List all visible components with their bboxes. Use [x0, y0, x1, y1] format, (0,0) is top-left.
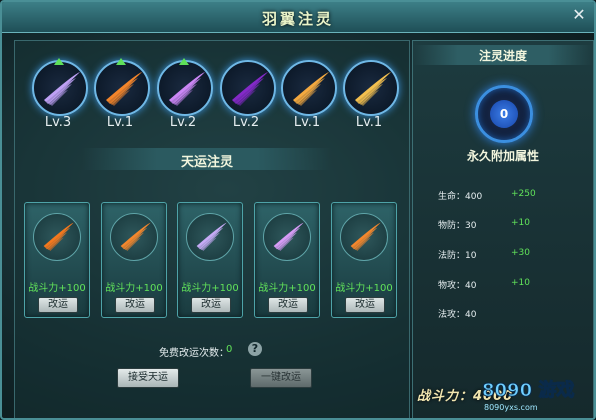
wing-icon [106, 72, 142, 106]
attribute-bonus: +10 [511, 218, 530, 228]
progress-panel: 注灵进度 0 永久附加属性 生命：400 +250 物防：30 +10 法防：10 +30… [412, 40, 594, 418]
attribute-name: 法攻：40 [438, 310, 477, 320]
fortune-section-header: 天运注灵 [82, 148, 332, 170]
accept-fortune-button[interactable]: 接受天运 [117, 368, 179, 388]
attribute-name: 物防：30 [438, 221, 477, 231]
card-power-bonus: 战斗力+100 [181, 283, 239, 294]
wing-icon [43, 222, 74, 251]
window-title: 羽翼注灵 [261, 10, 334, 28]
upgrade-arrow-icon [116, 58, 126, 65]
watermark-text: 8090 游戏 [482, 379, 574, 401]
free-reroll-label: 免费改运次数： [159, 348, 229, 359]
progress-orb: 0 [475, 85, 533, 143]
fortune-title: 天运注灵 [180, 155, 233, 170]
wing-slot[interactable] [343, 60, 399, 116]
wing-slot[interactable] [220, 60, 276, 116]
wing-icon [293, 72, 329, 106]
fortune-card: 战斗力+100 改运 [331, 202, 397, 318]
wing-infusion-window: 羽翼注灵 ✕ Lv.3 Lv.1 Lv.2 Lv.2 Lv.1 Lv.1 天运注灵 战斗力… [0, 0, 596, 420]
watermark-site: 8090yxs.com [484, 403, 538, 412]
attribute-name: 法防：10 [438, 251, 477, 261]
wing-icon [120, 222, 151, 251]
card-power-bonus: 战斗力+100 [28, 283, 86, 294]
attribute-name: 物攻：40 [438, 281, 477, 291]
reroll-button[interactable]: 改运 [115, 297, 155, 313]
wing-icon [350, 222, 381, 251]
attribute-bonus: +10 [511, 278, 530, 288]
fortune-card: 战斗力+100 改运 [254, 202, 320, 318]
wing-level: Lv.2 [232, 115, 260, 130]
close-icon[interactable]: ✕ [570, 6, 588, 24]
wing-icon [44, 72, 80, 106]
attribute-name: 生命：400 [438, 192, 483, 202]
wing-slot[interactable] [157, 60, 213, 116]
progress-value: 0 [490, 100, 518, 128]
fortune-card: 战斗力+100 改运 [101, 202, 167, 318]
permanent-attributes-title: 永久附加属性 [466, 149, 539, 163]
wing-icon [355, 72, 391, 106]
card-power-bonus: 战斗力+100 [335, 283, 393, 294]
reroll-button[interactable]: 改运 [268, 297, 308, 313]
wing-level: Lv.1 [355, 115, 383, 130]
watermark-logo: 8090 游戏 8090yxs.com [482, 379, 575, 413]
upgrade-arrow-icon [54, 58, 64, 65]
wing-icon [273, 222, 304, 251]
card-wing-frame [186, 213, 234, 261]
free-reroll-count: 0 [226, 344, 233, 355]
card-wing-frame [110, 213, 158, 261]
wing-icon [196, 222, 227, 251]
wing-slot[interactable] [281, 60, 337, 116]
reroll-button[interactable]: 改运 [38, 297, 78, 313]
attribute-bonus: +250 [511, 189, 536, 199]
help-icon[interactable]: ? [248, 342, 262, 356]
card-wing-frame [340, 213, 388, 261]
wing-icon [232, 72, 268, 106]
upgrade-arrow-icon [179, 58, 189, 65]
wing-icon [169, 72, 205, 106]
progress-title: 注灵进度 [478, 49, 527, 63]
card-power-bonus: 战斗力+100 [105, 283, 163, 294]
wing-level: Lv.1 [293, 115, 321, 130]
title-bar[interactable]: 羽翼注灵 ✕ [2, 2, 594, 33]
one-click-reroll-button[interactable]: 一键改运 [250, 368, 312, 388]
card-wing-frame [33, 213, 81, 261]
progress-header: 注灵进度 [413, 45, 593, 65]
wing-slot[interactable] [94, 60, 150, 116]
reroll-button[interactable]: 改运 [345, 297, 385, 313]
wing-slot[interactable] [32, 60, 88, 116]
card-wing-frame [263, 213, 311, 261]
fortune-card: 战斗力+100 改运 [177, 202, 243, 318]
attribute-bonus: +30 [511, 248, 530, 258]
fortune-card: 战斗力+100 改运 [24, 202, 90, 318]
wing-level: Lv.3 [44, 115, 72, 130]
reroll-button[interactable]: 改运 [191, 297, 231, 313]
wing-level: Lv.2 [169, 115, 197, 130]
card-power-bonus: 战斗力+100 [258, 283, 316, 294]
wing-level: Lv.1 [106, 115, 134, 130]
